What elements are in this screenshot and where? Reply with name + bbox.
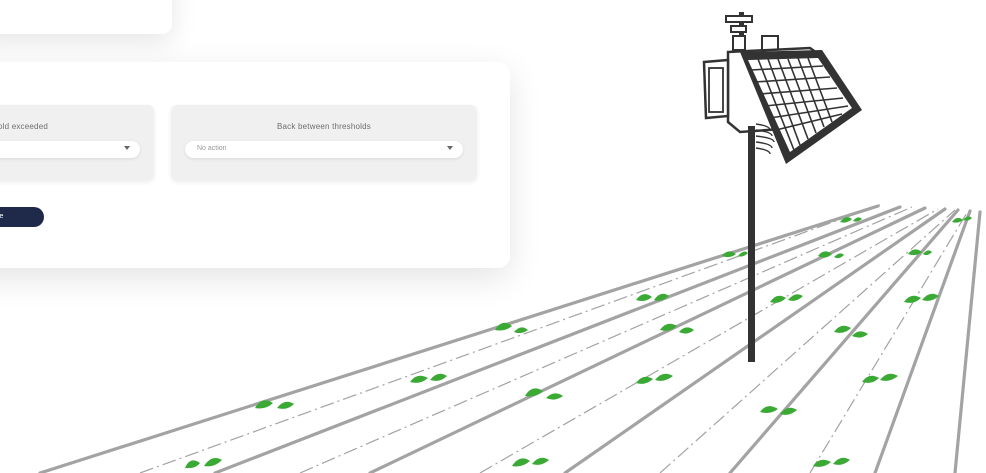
- weather-station: [702, 12, 862, 362]
- weather-station-field-illustration: [38, 12, 982, 473]
- sprout-icons: [185, 216, 972, 469]
